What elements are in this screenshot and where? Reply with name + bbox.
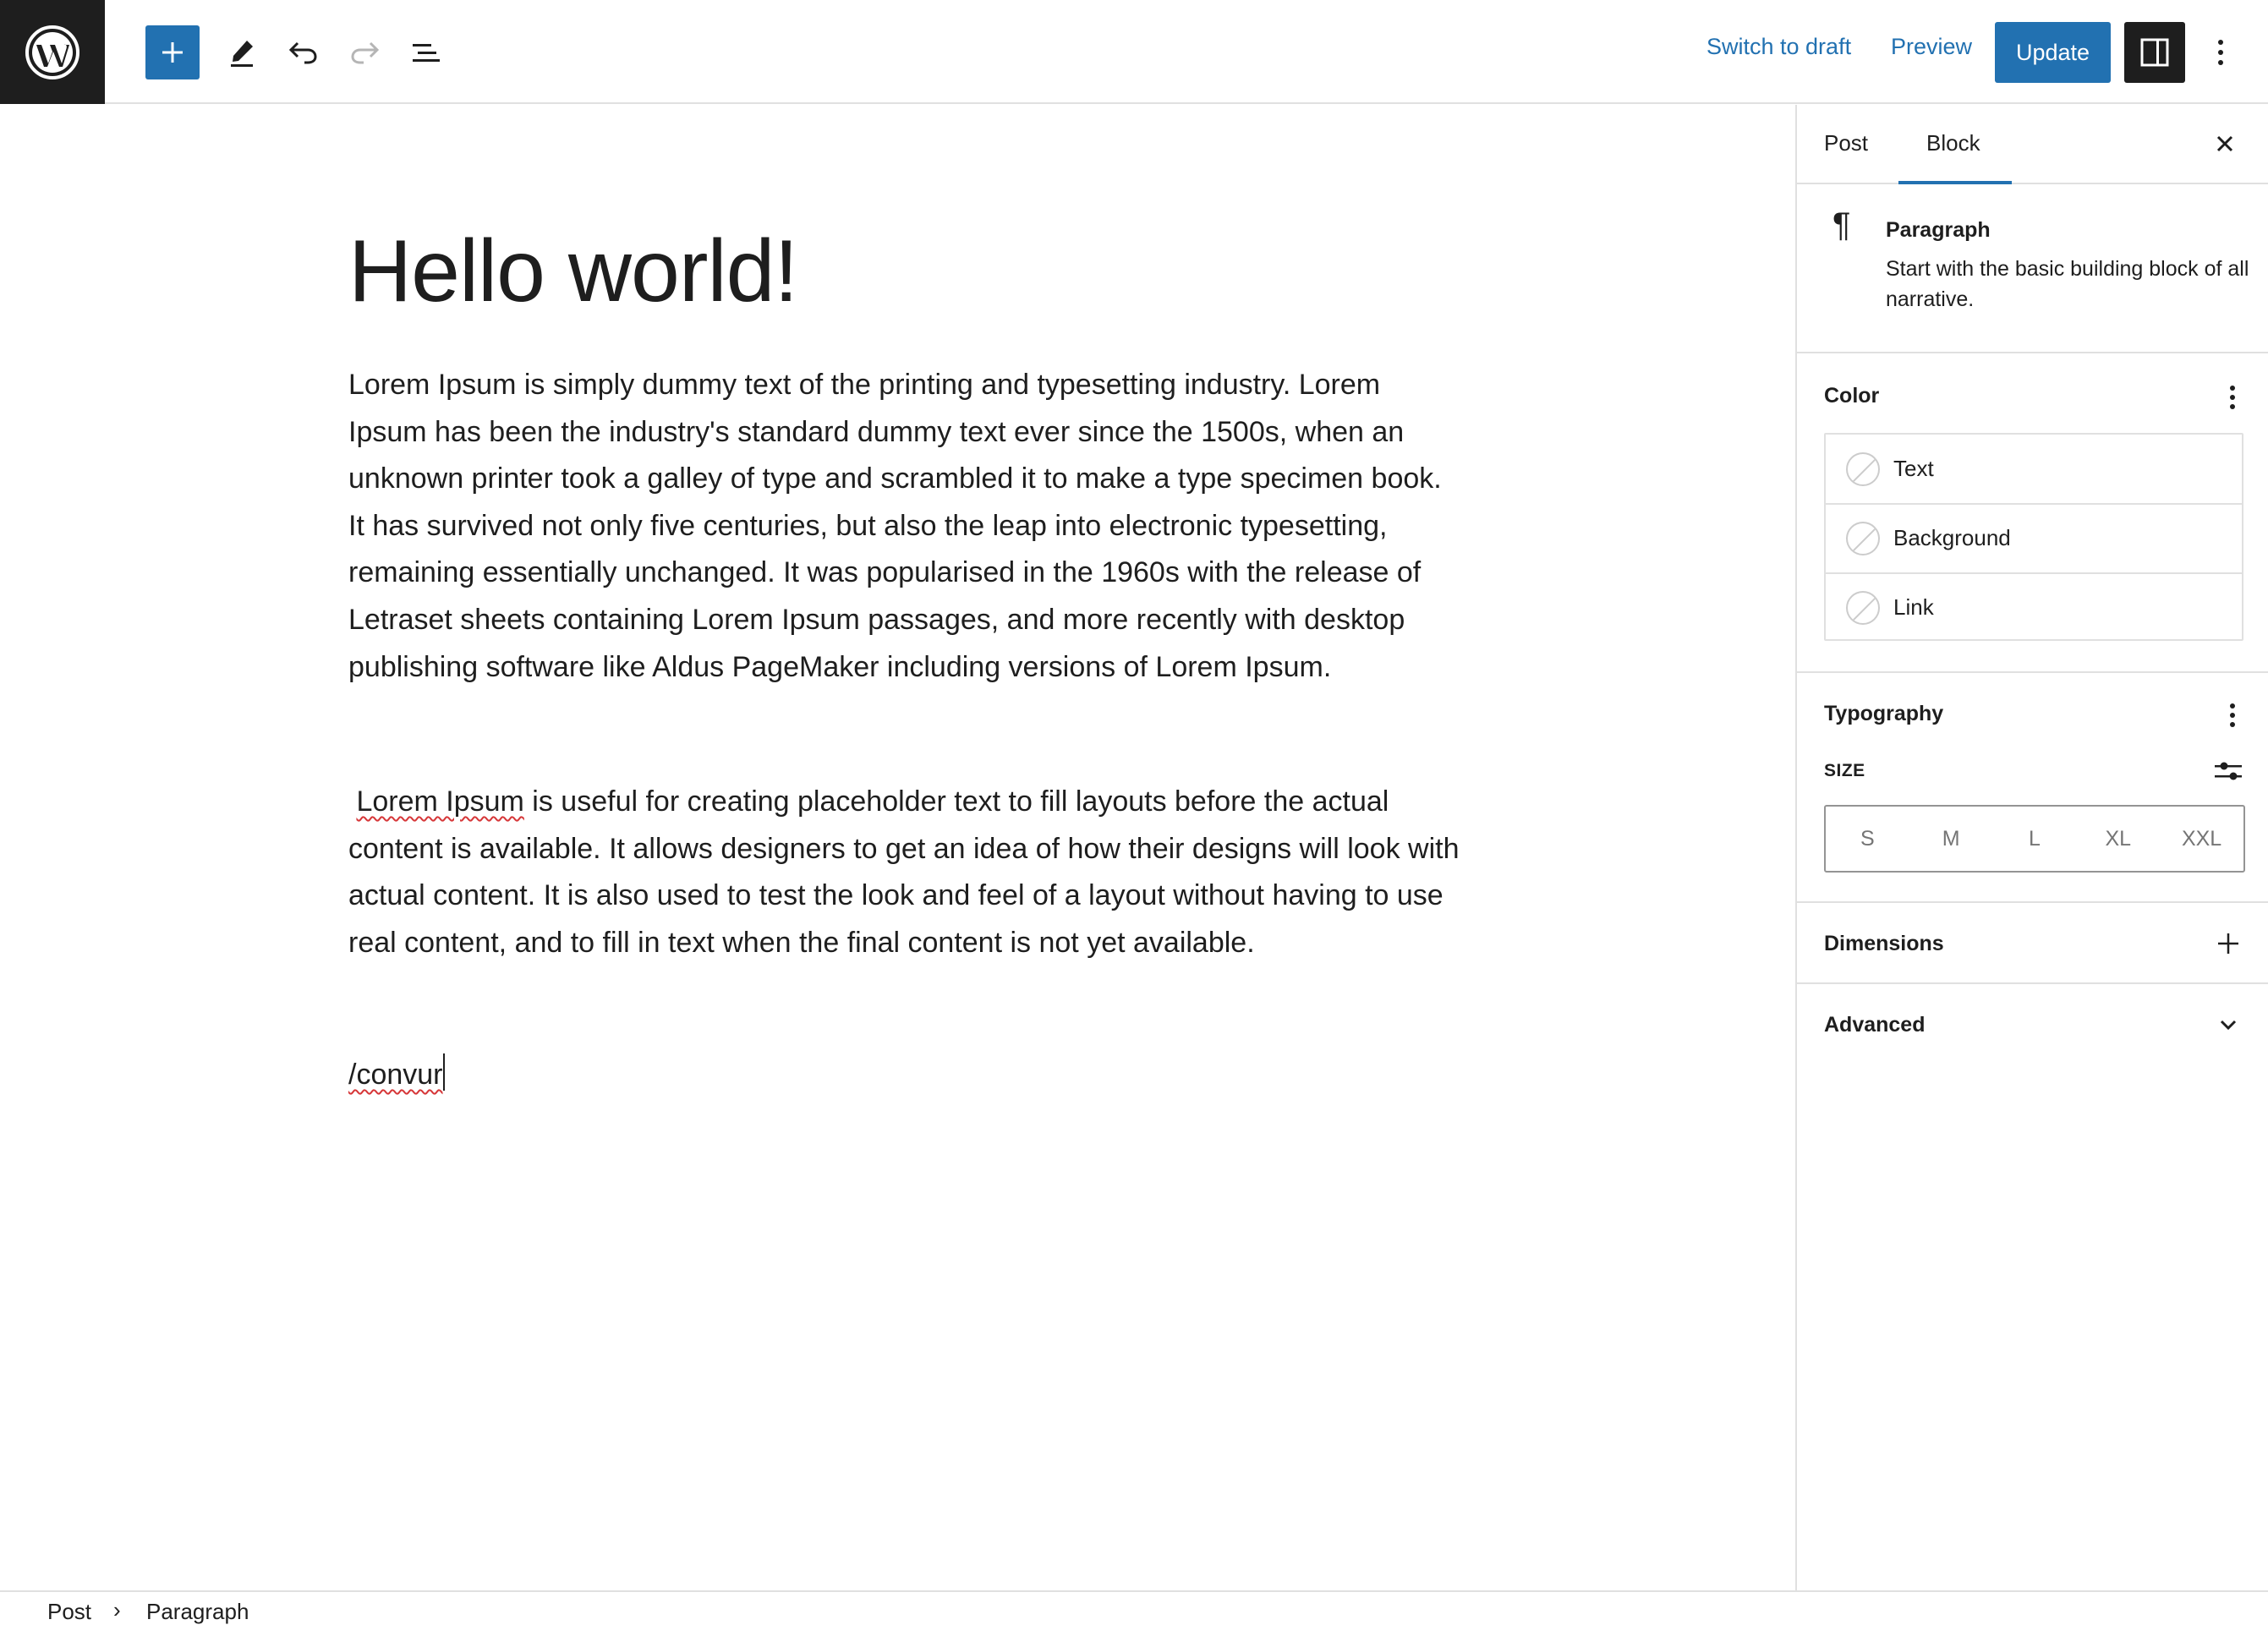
- panel-title-advanced: Advanced: [1824, 1013, 1926, 1037]
- plus-icon: [2218, 933, 2238, 954]
- paragraph-block[interactable]: Lorem Ipsum is simply dummy text of the …: [348, 362, 1465, 691]
- breadcrumb-post[interactable]: Post: [47, 1599, 91, 1625]
- dimensions-panel[interactable]: Dimensions: [1797, 903, 2268, 984]
- plus-icon: [162, 42, 183, 63]
- vertical-ellipsis-icon: [2230, 703, 2235, 727]
- pencil-icon: [231, 41, 253, 67]
- wordpress-logo-icon[interactable]: [0, 0, 105, 104]
- paragraph-block-active[interactable]: /convur: [348, 1052, 1465, 1099]
- add-block-button[interactable]: [145, 25, 200, 79]
- color-list: Text Background Link: [1824, 433, 2243, 641]
- sidebar-toggle-icon: [2140, 38, 2169, 67]
- editor-header: Switch to draft Preview Update: [0, 0, 2268, 104]
- color-options-button[interactable]: [2220, 380, 2245, 414]
- block-card: ¶ Paragraph Start with the basic buildin…: [1797, 186, 2268, 353]
- typography-options-button[interactable]: [2220, 698, 2245, 732]
- active-tab-indicator: [1898, 181, 2012, 184]
- breadcrumb-paragraph[interactable]: Paragraph: [146, 1599, 249, 1625]
- list-view-icon: [413, 44, 440, 62]
- color-item-link[interactable]: Link: [1826, 572, 2242, 641]
- custom-size-button[interactable]: [2210, 752, 2247, 790]
- advanced-panel[interactable]: Advanced: [1797, 984, 2268, 1065]
- size-option-m[interactable]: M: [1909, 807, 1993, 871]
- slash-command-text: /convur: [348, 1059, 443, 1091]
- panel-title-dimensions: Dimensions: [1824, 932, 1944, 955]
- vertical-ellipsis-icon: [2230, 386, 2235, 409]
- panel-title-color: Color: [1824, 384, 1880, 408]
- typography-panel: Typography SIZE S M L XL XXL: [1797, 673, 2268, 903]
- redo-button[interactable]: [337, 25, 392, 79]
- color-item-label: Text: [1893, 456, 1934, 481]
- undo-button[interactable]: [277, 25, 331, 79]
- empty-swatch-icon: [1846, 590, 1880, 625]
- empty-swatch-icon: [1846, 521, 1880, 555]
- color-item-text[interactable]: Text: [1826, 435, 2242, 503]
- undo-icon: [288, 41, 317, 64]
- post-title[interactable]: Hello world!: [348, 222, 798, 322]
- font-size-toggle-group: S M L XL XXL: [1824, 805, 2245, 873]
- settings-toggle-button[interactable]: [2124, 22, 2185, 83]
- empty-swatch-icon: [1846, 451, 1880, 486]
- options-menu-button[interactable]: [2204, 25, 2238, 79]
- expand-advanced-button[interactable]: [2211, 1008, 2245, 1042]
- tools-button[interactable]: [215, 25, 269, 79]
- preview-button[interactable]: Preview: [1891, 34, 1972, 60]
- block-description: Start with the basic building block of a…: [1886, 257, 2249, 311]
- block-breadcrumb: Post › Paragraph: [0, 1590, 2268, 1625]
- chevron-down-icon: [2220, 1020, 2237, 1031]
- sidebar-tabs: Post Block: [1797, 105, 2268, 184]
- size-label: SIZE: [1824, 761, 1865, 780]
- size-option-xl[interactable]: XL: [2076, 807, 2160, 871]
- size-option-l[interactable]: L: [1993, 807, 2077, 871]
- chevron-right-icon: ›: [113, 1597, 121, 1622]
- close-sidebar-button[interactable]: [2205, 123, 2245, 164]
- update-button[interactable]: Update: [1995, 22, 2111, 83]
- redo-icon: [351, 41, 380, 64]
- color-item-background[interactable]: Background: [1826, 503, 2242, 572]
- settings-sidebar: Post Block ¶ Paragraph Start with the ba…: [1795, 105, 2268, 1590]
- tab-block[interactable]: Block: [1926, 130, 1980, 156]
- misspelled-text: Lorem Ipsum: [356, 785, 524, 818]
- editor-canvas: Hello world! Lorem Ipsum is simply dummy…: [0, 105, 1795, 1590]
- document-overview-button[interactable]: [399, 25, 453, 79]
- paragraph-block[interactable]: Lorem Ipsum is useful for creating place…: [348, 779, 1465, 966]
- add-dimensions-button[interactable]: [2211, 927, 2245, 960]
- vertical-ellipsis-icon: [2218, 40, 2223, 65]
- close-icon: [2216, 135, 2233, 152]
- size-option-s[interactable]: S: [1826, 807, 1909, 871]
- panel-title-typography: Typography: [1824, 702, 1944, 725]
- text-caret: [442, 1053, 445, 1091]
- block-name: Paragraph: [1886, 218, 1991, 242]
- sliders-icon: [2215, 762, 2242, 780]
- color-item-label: Background: [1893, 525, 2011, 550]
- color-panel: Color Text Background Link: [1797, 355, 2268, 673]
- switch-to-draft-button[interactable]: Switch to draft: [1706, 34, 1851, 60]
- tab-post[interactable]: Post: [1824, 130, 1868, 156]
- color-item-label: Link: [1893, 594, 1934, 620]
- size-option-xxl[interactable]: XXL: [2160, 807, 2243, 871]
- paragraph-icon: ¶: [1832, 206, 1851, 243]
